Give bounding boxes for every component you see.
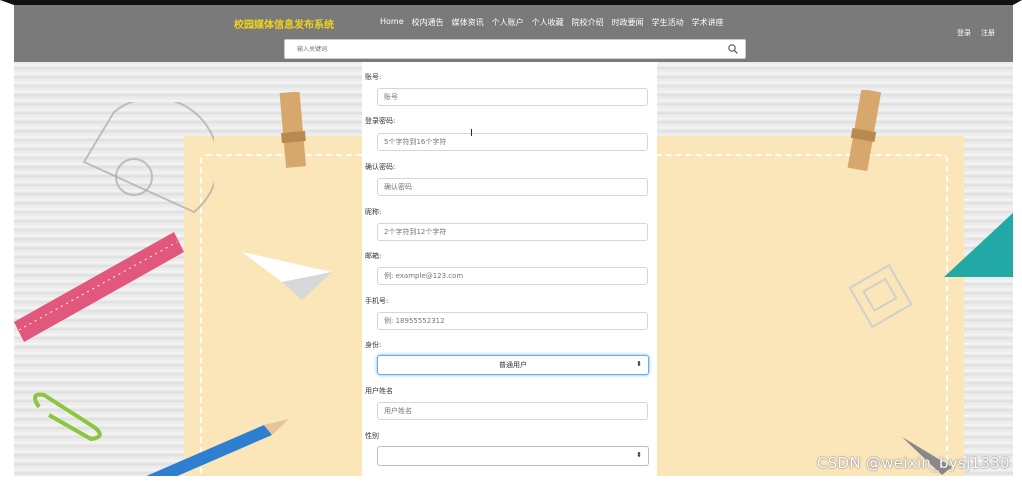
label-phone: 手机号: — [365, 297, 389, 305]
gender-select[interactable]: ⬍ — [377, 446, 649, 466]
password-input[interactable] — [377, 133, 648, 151]
paperclip-icon — [33, 392, 102, 442]
nav-school-intro[interactable]: 院校介绍 — [572, 17, 604, 28]
text-cursor-icon: I — [470, 128, 473, 139]
label-password: 登录密码: — [365, 117, 396, 125]
register-link[interactable]: 注册 — [981, 28, 995, 38]
label-role: 身份: — [365, 341, 382, 349]
nav-student-activity[interactable]: 学生活动 — [652, 17, 684, 28]
paper-plane-icon — [242, 252, 332, 300]
realname-input[interactable] — [377, 402, 648, 420]
select-arrows-icon: ⬍ — [636, 360, 642, 368]
nav-politics[interactable]: 时政要闻 — [612, 17, 644, 28]
nav-lecture[interactable]: 学术讲座 — [692, 17, 724, 28]
phone-input[interactable] — [377, 312, 648, 330]
nav-campus-notice[interactable]: 校内通告 — [412, 17, 444, 28]
nickname-input[interactable] — [377, 223, 648, 241]
label-account: 账号: — [365, 73, 382, 81]
set-square-icon — [944, 212, 1013, 277]
auth-links: 登录 注册 — [957, 28, 995, 38]
label-gender: 性别 — [365, 432, 379, 440]
top-navbar: 校园媒体信息发布系统 Home 校内通告 媒体资讯 个人账户 个人收藏 院校介绍… — [14, 5, 1013, 62]
login-link[interactable]: 登录 — [957, 28, 971, 38]
account-input[interactable] — [377, 88, 648, 106]
nav-media-news[interactable]: 媒体资讯 — [452, 17, 484, 28]
select-arrows-icon: ⬍ — [636, 451, 642, 459]
role-select[interactable]: 普通用户 ⬍ — [377, 355, 649, 375]
site-brand[interactable]: 校园媒体信息发布系统 — [234, 16, 334, 31]
sharpener-icon — [848, 263, 913, 329]
nav-favorites[interactable]: 个人收藏 — [532, 17, 564, 28]
watermark: CSDN @weixin_bysj1330 — [816, 454, 1010, 472]
clothespin-left-icon — [279, 92, 307, 168]
main-nav: Home 校内通告 媒体资讯 个人账户 个人收藏 院校介绍 时政要闻 学生活动 … — [380, 17, 724, 28]
label-email: 邮箱: — [365, 252, 382, 260]
label-nickname: 昵称: — [365, 208, 382, 216]
search-input[interactable] — [285, 40, 715, 58]
label-realname: 用户姓名 — [365, 387, 393, 395]
clothespin-right-icon — [847, 90, 882, 172]
label-confirm-password: 确认密码: — [365, 163, 396, 171]
confirm-password-input[interactable] — [377, 178, 648, 196]
email-input[interactable] — [377, 267, 648, 285]
search-box — [284, 39, 746, 59]
search-icon[interactable] — [727, 43, 739, 55]
pencil-icon — [146, 419, 289, 476]
nav-home[interactable]: Home — [380, 17, 404, 28]
ruler-icon — [14, 232, 184, 342]
protractor-icon — [82, 102, 214, 214]
nav-account[interactable]: 个人账户 — [492, 17, 524, 28]
role-select-value: 普通用户 — [499, 361, 527, 369]
